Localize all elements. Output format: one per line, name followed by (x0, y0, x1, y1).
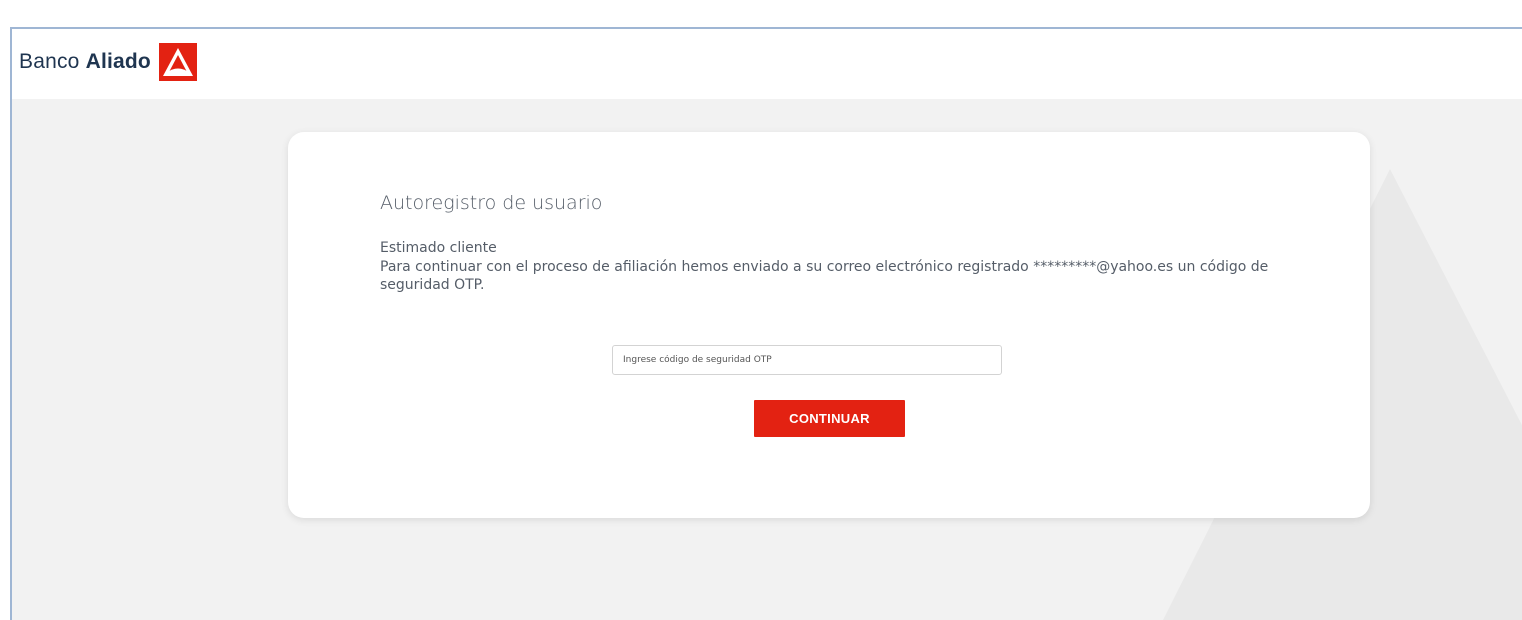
page: Banco Aliado Autoregistro de usuario Est… (0, 0, 1522, 620)
brand-name-bold: Aliado (85, 50, 151, 73)
app-frame: Banco Aliado Autoregistro de usuario Est… (10, 27, 1522, 620)
triangle-logo-icon (158, 43, 197, 81)
otp-code-input[interactable] (612, 345, 1002, 375)
continue-button[interactable]: CONTINUAR (754, 400, 905, 437)
registration-card: Autoregistro de usuario Estimado cliente… (288, 132, 1370, 518)
brand-logo[interactable]: Banco Aliado (19, 43, 197, 81)
brand-name-regular: Banco (19, 50, 86, 73)
brand-name: Banco Aliado (19, 50, 151, 74)
page-title: Autoregistro de usuario (380, 192, 603, 214)
otp-sent-message: Para continuar con el proceso de afiliac… (380, 259, 1269, 293)
greeting-text: Estimado cliente (380, 240, 497, 256)
header: Banco Aliado (12, 29, 1522, 99)
main-content: Autoregistro de usuario Estimado cliente… (12, 99, 1522, 620)
